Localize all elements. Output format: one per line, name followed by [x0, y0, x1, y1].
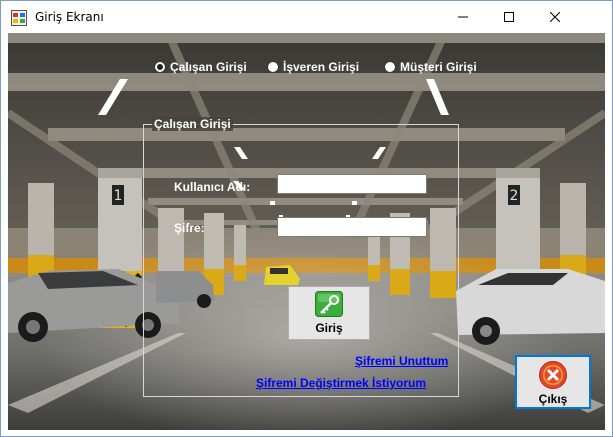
login-button-label: Giriş — [315, 321, 343, 335]
svg-text:2: 2 — [510, 188, 519, 204]
login-button[interactable]: Giriş — [288, 286, 370, 340]
close-icon — [550, 12, 560, 22]
minimize-button[interactable] — [440, 1, 486, 33]
password-input[interactable] — [277, 217, 427, 237]
window-title: Giriş Ekranı — [35, 10, 104, 24]
login-key-icon — [315, 291, 343, 317]
app-icon — [11, 10, 27, 26]
form-client-area: 1 2 Çalışan Girişi İşveren Girişi Müşter… — [8, 33, 605, 430]
radio-employer-label: İşveren Girişi — [283, 60, 360, 74]
title-bar[interactable]: Giriş Ekranı — [1, 1, 612, 33]
exit-button-label: Çıkış — [538, 392, 568, 406]
exit-icon — [539, 361, 567, 389]
forgot-password-link[interactable]: Şifremi Unuttum — [355, 354, 448, 368]
username-input[interactable] — [277, 174, 427, 194]
maximize-icon — [504, 12, 514, 22]
close-window-button[interactable] — [532, 1, 578, 33]
maximize-button[interactable] — [486, 1, 532, 33]
radio-employer-login[interactable]: İşveren Girişi — [267, 59, 359, 75]
svg-text:1: 1 — [114, 188, 123, 204]
change-password-link[interactable]: Şifremi Değiştirmek İstiyorum — [256, 376, 426, 390]
radio-customer-label: Müşteri Girişi — [400, 60, 477, 74]
exit-button[interactable]: Çıkış — [515, 355, 591, 409]
minimize-icon — [458, 16, 468, 18]
radio-customer-login[interactable]: Müşteri Girişi — [384, 59, 477, 75]
username-label: Kullanıcı Adı: — [174, 180, 251, 194]
radio-employee-label: Çalışan Girişi — [170, 60, 247, 74]
radio-indicator[interactable] — [267, 61, 279, 73]
login-window: Giriş Ekranı 1 2 Çalışan Girişi İşveren … — [0, 0, 613, 437]
radio-indicator[interactable] — [384, 61, 396, 73]
groupbox-title: Çalışan Girişi — [152, 117, 233, 131]
password-label: Şifre: — [174, 221, 205, 235]
radio-employee-login[interactable]: Çalışan Girişi — [154, 59, 247, 75]
radio-indicator[interactable] — [154, 61, 166, 73]
